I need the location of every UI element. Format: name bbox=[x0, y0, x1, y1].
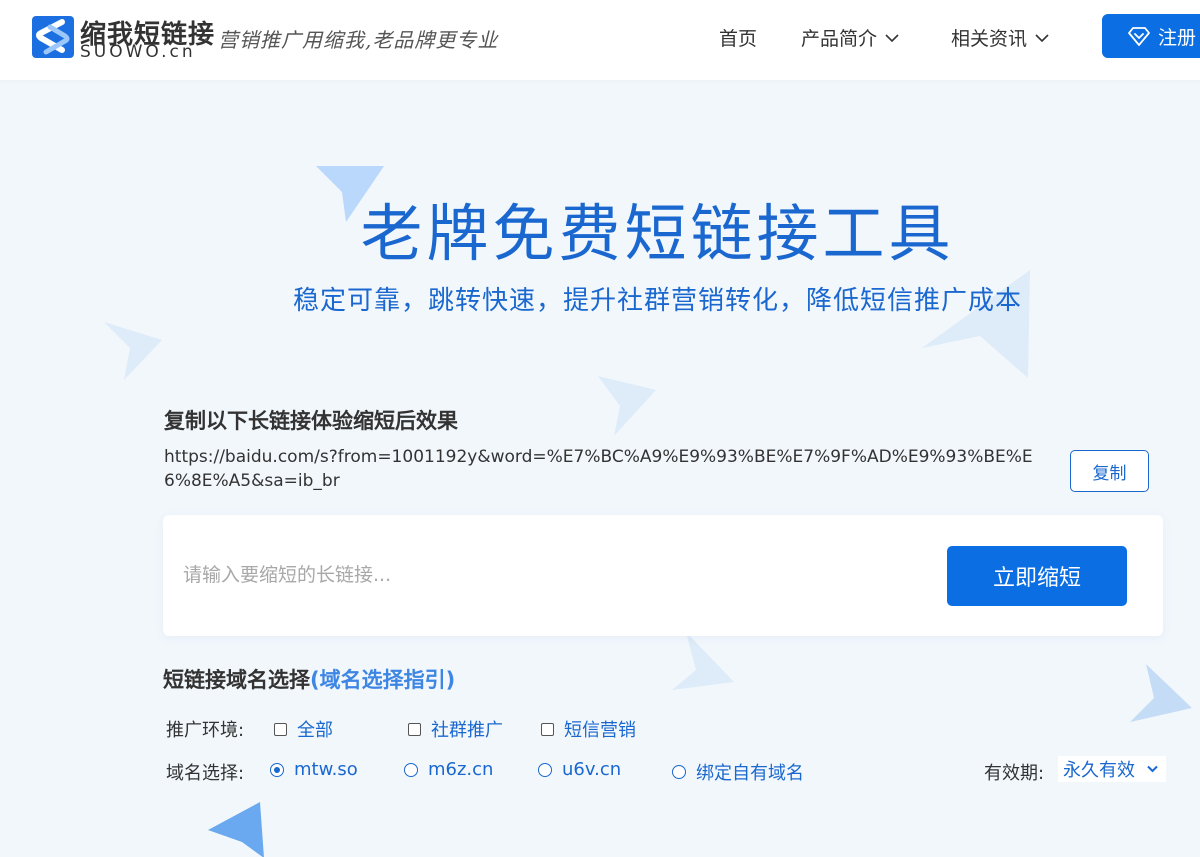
env-option-all[interactable]: 全部 bbox=[274, 716, 333, 742]
nav-home-label: 首页 bbox=[719, 28, 758, 50]
radio-selected[interactable] bbox=[270, 762, 284, 777]
radio[interactable] bbox=[404, 762, 418, 777]
paper-plane-decoration bbox=[104, 322, 162, 380]
domain-option-label: 绑定自有域名 bbox=[696, 763, 804, 784]
validity-value: 永久有效 bbox=[1063, 760, 1135, 781]
checkbox[interactable] bbox=[408, 722, 421, 736]
checkbox[interactable] bbox=[274, 722, 287, 736]
logo-s-icon[interactable] bbox=[32, 16, 74, 58]
nav-products[interactable]: 产品简介 bbox=[801, 24, 899, 51]
domain-section-title-text: 短链接域名选择 bbox=[163, 668, 310, 692]
paper-plane-decoration bbox=[1130, 664, 1192, 722]
env-option-community[interactable]: 社群推广 bbox=[408, 716, 503, 742]
sample-link-title: 复制以下长链接体验缩短后效果 bbox=[164, 409, 458, 433]
domain-option-label: u6v.cn bbox=[562, 759, 622, 780]
long-url-input[interactable] bbox=[183, 545, 923, 605]
header-slogan: 营销推广用缩我,老品牌更专业 bbox=[218, 28, 499, 52]
shorten-now-button[interactable]: 立即缩短 bbox=[947, 546, 1127, 606]
domain-select-label: 域名选择: bbox=[166, 763, 245, 784]
env-option-label: 全部 bbox=[297, 720, 333, 741]
radio[interactable] bbox=[538, 762, 552, 777]
domain-option-label: m6z.cn bbox=[428, 759, 494, 780]
copy-button[interactable]: 复制 bbox=[1070, 450, 1149, 492]
env-option-label: 社群推广 bbox=[431, 720, 503, 741]
chevron-down-icon bbox=[1035, 33, 1049, 42]
site-header: 缩我短链接 SUOWO.cn · 营销推广用缩我,老品牌更专业 首页 产品简介 … bbox=[0, 0, 1200, 80]
validity-label: 有效期: bbox=[984, 763, 1045, 784]
register-label: 注册 bbox=[1158, 26, 1197, 49]
nav-news[interactable]: 相关资讯 bbox=[951, 24, 1049, 51]
domain-option-custom[interactable]: 绑定自有域名 bbox=[672, 759, 804, 785]
register-button[interactable]: 注册 bbox=[1102, 14, 1200, 58]
promotion-env-label: 推广环境: bbox=[166, 720, 245, 741]
domain-option-u6v-cn[interactable]: u6v.cn bbox=[538, 759, 621, 780]
domain-section-title: 短链接域名选择(域名选择指引) bbox=[163, 664, 455, 694]
validity-select[interactable]: 永久有效 bbox=[1058, 756, 1166, 782]
nav-home[interactable]: 首页 bbox=[719, 24, 757, 51]
diamond-icon bbox=[1128, 27, 1150, 46]
checkbox[interactable] bbox=[541, 722, 554, 736]
hero-title: 老牌免费短链接工具 bbox=[360, 197, 955, 270]
domain-option-m6z-cn[interactable]: m6z.cn bbox=[404, 759, 493, 780]
paper-plane-decoration bbox=[672, 632, 734, 690]
chevron-down-icon bbox=[1147, 765, 1158, 773]
logo-domain-text[interactable]: SUOWO.cn bbox=[80, 42, 196, 62]
nav-news-label: 相关资讯 bbox=[951, 28, 1028, 50]
shortener-card: 立即缩短 bbox=[163, 515, 1163, 636]
hero-subtitle: 稳定可靠，跳转快速，提升社群营销转化，降低短信推广成本 bbox=[292, 286, 1022, 316]
paper-plane-decoration bbox=[598, 376, 656, 436]
domain-option-mtw-so[interactable]: mtw.so bbox=[270, 759, 358, 780]
slogan-separator: · bbox=[203, 28, 210, 52]
nav-products-label: 产品简介 bbox=[801, 28, 878, 50]
paper-plane-decoration bbox=[208, 802, 264, 857]
env-option-sms[interactable]: 短信营销 bbox=[541, 716, 636, 742]
domain-option-label: mtw.so bbox=[294, 759, 358, 780]
env-option-label: 短信营销 bbox=[564, 720, 636, 741]
radio[interactable] bbox=[672, 765, 686, 779]
sample-long-url: https://baidu.com/s?from=1001192y&word=%… bbox=[164, 447, 1033, 491]
chevron-down-icon bbox=[885, 33, 899, 42]
domain-guide-link[interactable]: (域名选择指引) bbox=[310, 668, 455, 692]
